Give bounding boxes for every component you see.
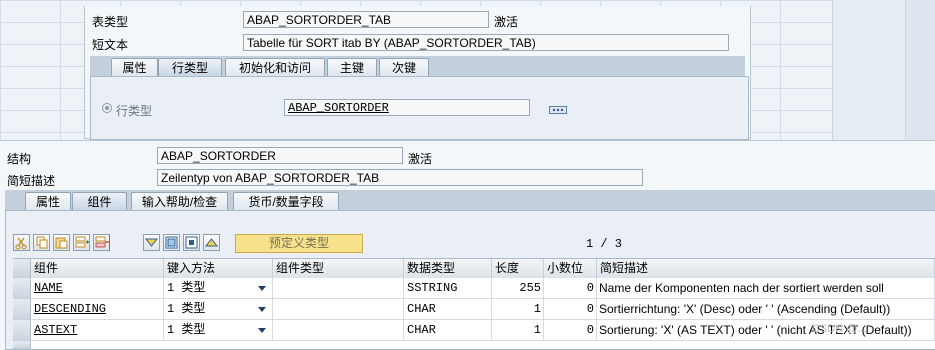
short-description-field[interactable]: Zeilentyp von ABAP_SORTORDER_TAB	[157, 169, 643, 186]
structure-label: 结构	[7, 152, 32, 166]
page-indicator: 1 / 3	[586, 237, 623, 251]
select-all-cell[interactable]	[13, 259, 31, 278]
dropdown-arrow-icon	[258, 307, 266, 312]
insert-icon[interactable]	[163, 234, 180, 251]
structure-panel: 结构 ABAP_SORTORDER 激活 简短描述 Zeilentyp von …	[0, 140, 935, 350]
row-selector[interactable]	[13, 299, 31, 320]
row-decimals[interactable]: 0	[544, 299, 597, 320]
short-description-label: 简短描述	[7, 174, 56, 188]
row-typing[interactable]: 1 类型	[164, 320, 273, 341]
row-decimals[interactable]: 0	[544, 320, 597, 341]
short-text-field[interactable]: Tabelle für SORT itab BY (ABAP_SORTORDER…	[243, 34, 729, 51]
more-icon[interactable]	[549, 103, 567, 117]
col-header-data-type[interactable]: 数据类型	[404, 259, 492, 278]
table-type-field[interactable]: ABAP_SORTORDER_TAB	[243, 11, 489, 28]
insert-row-icon[interactable]	[73, 234, 90, 251]
col-header-typing[interactable]: 键入方法	[164, 259, 273, 278]
col-header-length[interactable]: 长度	[492, 259, 544, 278]
col-header-description[interactable]: 简短描述	[597, 259, 935, 278]
tab-row-type[interactable]: 行类型	[158, 58, 222, 76]
row-length[interactable]: 1	[492, 320, 544, 341]
row-comp-type[interactable]	[273, 320, 404, 341]
tab-primary-key[interactable]: 主键	[327, 58, 377, 76]
col-header-decimals[interactable]: 小数位	[544, 259, 597, 278]
table-type-panel: 表类型 ABAP_SORTORDER_TAB 激活 短文本 Tabelle fü…	[84, 6, 751, 140]
row-data-type[interactable]: SSTRING	[404, 278, 492, 299]
row-data-type[interactable]: CHAR	[404, 320, 492, 341]
cut-icon[interactable]	[13, 234, 30, 251]
row-selector[interactable]	[13, 278, 31, 299]
row-type-radio[interactable]	[102, 103, 112, 113]
col-header-comp-type[interactable]: 组件类型	[273, 259, 404, 278]
copy-icon[interactable]	[33, 234, 50, 251]
row-description[interactable]: Sortierrichtung: 'X' (Desc) oder ' ' (As…	[597, 299, 935, 320]
select-icon[interactable]	[183, 234, 200, 251]
predefined-type-button[interactable]: 预定义类型	[235, 234, 363, 253]
row-comp-type[interactable]	[273, 278, 404, 299]
row-selector[interactable]	[13, 320, 31, 341]
row-type-radio-label: 行类型	[116, 104, 153, 118]
col-header-component[interactable]: 组件	[31, 259, 164, 278]
paste-icon[interactable]	[53, 234, 70, 251]
tab-input-help[interactable]: 输入帮助/检查	[131, 192, 228, 210]
move-down-icon[interactable]	[143, 234, 160, 251]
typing-value: 1 类型	[167, 281, 206, 295]
watermark: CSDN @...	[812, 323, 867, 335]
structure-field[interactable]: ABAP_SORTORDER	[157, 147, 403, 164]
row-comp-type[interactable]	[273, 299, 404, 320]
row-decimals[interactable]: 0	[544, 278, 597, 299]
row-description[interactable]: Name der Komponenten nach der sortiert w…	[597, 278, 935, 299]
delete-row-icon[interactable]	[93, 234, 110, 251]
row-type-field[interactable]: ABAP_SORTORDER	[284, 99, 530, 116]
tab-attributes[interactable]: 属性	[111, 58, 158, 76]
tab-attributes-lower[interactable]: 属性	[25, 192, 71, 210]
structure-status: 激活	[408, 152, 433, 166]
row-component[interactable]: NAME	[31, 278, 164, 299]
row-data-type[interactable]: CHAR	[404, 299, 492, 320]
dropdown-arrow-icon	[258, 328, 266, 333]
typing-value: 1 类型	[167, 302, 206, 316]
table-type-label: 表类型	[92, 15, 129, 29]
row-component[interactable]: DESCENDING	[31, 299, 164, 320]
tab-init-access[interactable]: 初始化和访问	[225, 58, 325, 76]
row-typing[interactable]: 1 类型	[164, 299, 273, 320]
row-typing[interactable]: 1 类型	[164, 278, 273, 299]
components-table: 组件 键入方法 组件类型 数据类型 长度 小数位 简短描述 NAME 1 类型 …	[13, 258, 935, 349]
row-selector[interactable]	[13, 341, 31, 349]
table-type-status: 激活	[494, 15, 519, 29]
tab-secondary-key[interactable]: 次键	[379, 58, 429, 76]
row-description[interactable]: Sortierung: 'X' (AS TEXT) oder ' ' (nich…	[597, 320, 935, 341]
row-component[interactable]: ASTEXT	[31, 320, 164, 341]
row-length[interactable]: 255	[492, 278, 544, 299]
right-side-column	[905, 0, 935, 140]
row-length[interactable]: 1	[492, 299, 544, 320]
short-text-label: 短文本	[92, 38, 129, 52]
move-up-icon[interactable]	[203, 234, 220, 251]
typing-value: 1 类型	[167, 323, 206, 337]
tab-components[interactable]: 组件	[72, 192, 127, 210]
dropdown-arrow-icon	[258, 286, 266, 291]
tab-currency-quantity[interactable]: 货币/数量字段	[233, 192, 339, 210]
